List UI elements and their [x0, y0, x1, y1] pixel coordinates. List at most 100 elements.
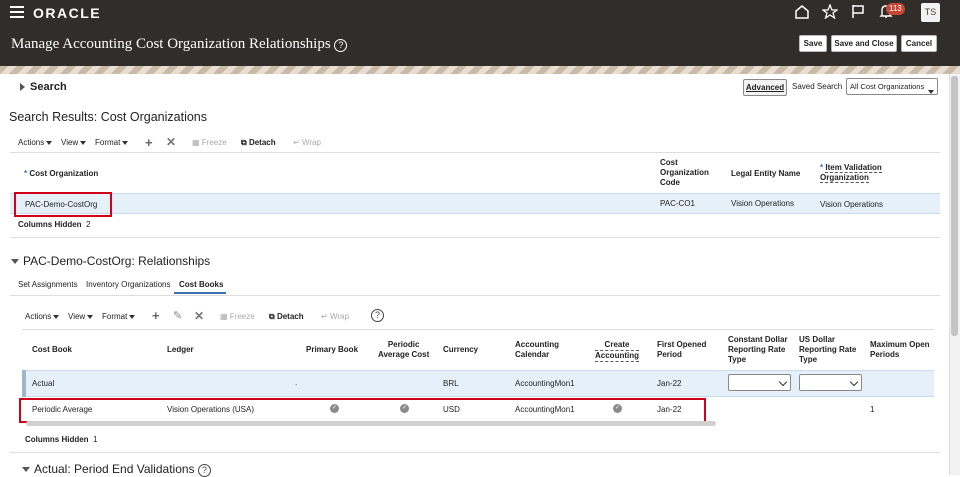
col-header-cost-org-code[interactable]: Cost Organization Code	[660, 158, 709, 188]
table-header-divider	[10, 152, 940, 153]
chevron-down-icon	[926, 84, 934, 99]
add-icon[interactable]: +	[145, 135, 153, 150]
table-horizontal-scrollbar[interactable]	[26, 421, 716, 426]
add-icon[interactable]: +	[152, 308, 160, 323]
table-row[interactable]	[22, 370, 934, 397]
cancel-button[interactable]: Cancel	[901, 35, 937, 52]
detach-button[interactable]: ⧉ Detach	[241, 138, 276, 148]
primary-book-check-icon: ✓	[330, 404, 339, 413]
cb-freeze-button[interactable]: ▦ Freeze	[220, 312, 255, 321]
us-dollar-rate-type-select[interactable]	[799, 374, 862, 391]
delete-icon[interactable]: ✕	[166, 135, 176, 149]
freeze-button[interactable]: ▦ Freeze	[192, 138, 227, 147]
home-icon[interactable]	[792, 4, 812, 22]
cell-cost-book[interactable]: Actual	[32, 379, 54, 388]
cell-max-open-periods: 1	[870, 405, 875, 414]
section-divider	[10, 452, 940, 453]
edit-pencil-icon[interactable]: ✎	[173, 309, 182, 322]
cell-primary-book: .	[295, 378, 298, 387]
cb-detach-button[interactable]: ⧉ Detach	[269, 312, 304, 322]
col-header-cost-organization[interactable]: * Cost Organization	[24, 169, 98, 179]
tab-set-assignments[interactable]: Set Assignments	[18, 280, 78, 289]
cb-wrap-button[interactable]: ↵ Wrap	[321, 312, 349, 321]
col-header-primary-book[interactable]: Primary Book	[306, 345, 358, 355]
col-header-item-validation-org[interactable]: * Item Validation Organization	[820, 163, 882, 183]
saved-search-label: Saved Search	[792, 82, 843, 91]
col-header-create-accounting[interactable]: Create Accounting	[595, 340, 639, 362]
saved-search-select[interactable]: All Cost Organizations	[846, 78, 938, 95]
create-accounting-check-icon: ✓	[613, 404, 622, 413]
col-header-ledger[interactable]: Ledger	[167, 345, 194, 355]
cb-help-icon[interactable]: ?	[371, 309, 384, 322]
collapse-validations-icon[interactable]	[22, 467, 30, 472]
expand-search-icon[interactable]	[20, 83, 25, 91]
detach-icon: ⧉	[269, 312, 275, 321]
col-header-currency[interactable]: Currency	[443, 345, 478, 355]
tab-cost-books[interactable]: Cost Books	[179, 280, 223, 289]
constant-dollar-rate-type-select[interactable]	[728, 374, 791, 391]
saved-search-value: All Cost Organizations	[850, 82, 925, 91]
oracle-logo: ORACLE	[33, 5, 102, 21]
cb-columns-hidden: Columns Hidden 1	[25, 435, 98, 444]
wrap-icon: ↵	[321, 312, 328, 321]
cb-format-menu[interactable]: Format	[102, 312, 136, 321]
col-header-accounting-calendar[interactable]: Accounting Calendar	[515, 340, 559, 360]
col-header-maximum-open-periods[interactable]: Maximum Open Periods	[870, 340, 936, 360]
page-scrollbar-thumb[interactable]	[951, 76, 958, 336]
cell-accounting-calendar: AccountingMon1	[515, 379, 575, 388]
delete-icon[interactable]: ✕	[194, 309, 204, 323]
cb-actions-menu[interactable]: Actions	[25, 312, 60, 321]
cell-ledger: Vision Operations (USA)	[167, 405, 254, 414]
favorites-star-icon[interactable]	[820, 3, 840, 22]
decorative-banner	[0, 66, 960, 74]
cell-cost-book[interactable]: Periodic Average	[32, 405, 92, 414]
tab-inventory-organizations[interactable]: Inventory Organizations	[86, 280, 171, 289]
search-section-title[interactable]: Search	[30, 81, 67, 93]
wrap-button[interactable]: ↵ Wrap	[293, 138, 321, 147]
flag-icon[interactable]	[848, 4, 868, 22]
relationships-title: PAC-Demo-CostOrg: Relationships	[23, 254, 211, 268]
freeze-icon: ▦	[220, 312, 228, 321]
format-menu[interactable]: Format	[95, 138, 129, 147]
validations-help-icon[interactable]: ?	[197, 464, 211, 477]
col-header-cost-book[interactable]: Cost Book	[32, 345, 72, 355]
save-and-close-button[interactable]: Save and Close	[831, 35, 897, 52]
active-tab-indicator	[174, 292, 226, 294]
col-header-first-opened-period[interactable]: First Opened Period	[657, 340, 706, 360]
col-header-legal-entity[interactable]: Legal Entity Name	[731, 169, 800, 179]
save-button[interactable]: Save	[799, 35, 827, 52]
search-results-title: Search Results: Cost Organizations	[9, 110, 208, 124]
periodic-average-cost-check-icon: ✓	[400, 404, 409, 413]
cell-item-validation-org: Vision Operations	[820, 200, 883, 209]
freeze-icon: ▦	[192, 138, 200, 147]
cell-legal-entity: Vision Operations	[731, 199, 794, 208]
notification-count-badge: 113	[886, 3, 905, 15]
collapse-relationships-icon[interactable]	[11, 259, 19, 264]
validations-title-text: Actual: Period End Validations	[34, 462, 195, 476]
cell-cost-org-code: PAC-CO1	[660, 199, 695, 208]
help-icon[interactable]: ?	[334, 39, 348, 52]
chevron-down-icon	[778, 377, 788, 387]
col-header-constant-dollar-rate-type[interactable]: Constant Dollar Reporting Rate Type	[728, 335, 788, 365]
chevron-down-icon	[129, 314, 136, 319]
columns-hidden: Columns Hidden 2	[18, 220, 91, 229]
col-header-us-dollar-rate-type[interactable]: US Dollar Reporting Rate Type	[799, 335, 856, 365]
global-header	[0, 0, 960, 26]
chevron-down-icon	[849, 377, 859, 387]
highlight-box	[19, 398, 706, 423]
page-title: Manage Accounting Cost Organization Rela…	[11, 36, 348, 53]
cb-header-divider	[22, 329, 934, 330]
menu-icon[interactable]	[10, 6, 24, 18]
table-row[interactable]	[10, 193, 940, 214]
advanced-search-button[interactable]: Advanced	[743, 79, 787, 96]
chevron-down-icon	[53, 314, 60, 319]
actions-menu[interactable]: Actions	[18, 138, 53, 147]
cell-cost-organization[interactable]: PAC-Demo-CostOrg	[25, 200, 97, 209]
cell-first-opened-period: Jan-22	[657, 405, 682, 414]
col-header-periodic-average-cost[interactable]: Periodic Average Cost	[378, 340, 429, 360]
section-divider	[10, 237, 940, 238]
cell-currency: USD	[443, 405, 460, 414]
user-avatar[interactable]: TS	[921, 3, 940, 22]
cb-view-menu[interactable]: View	[68, 312, 94, 321]
view-menu[interactable]: View	[61, 138, 87, 147]
